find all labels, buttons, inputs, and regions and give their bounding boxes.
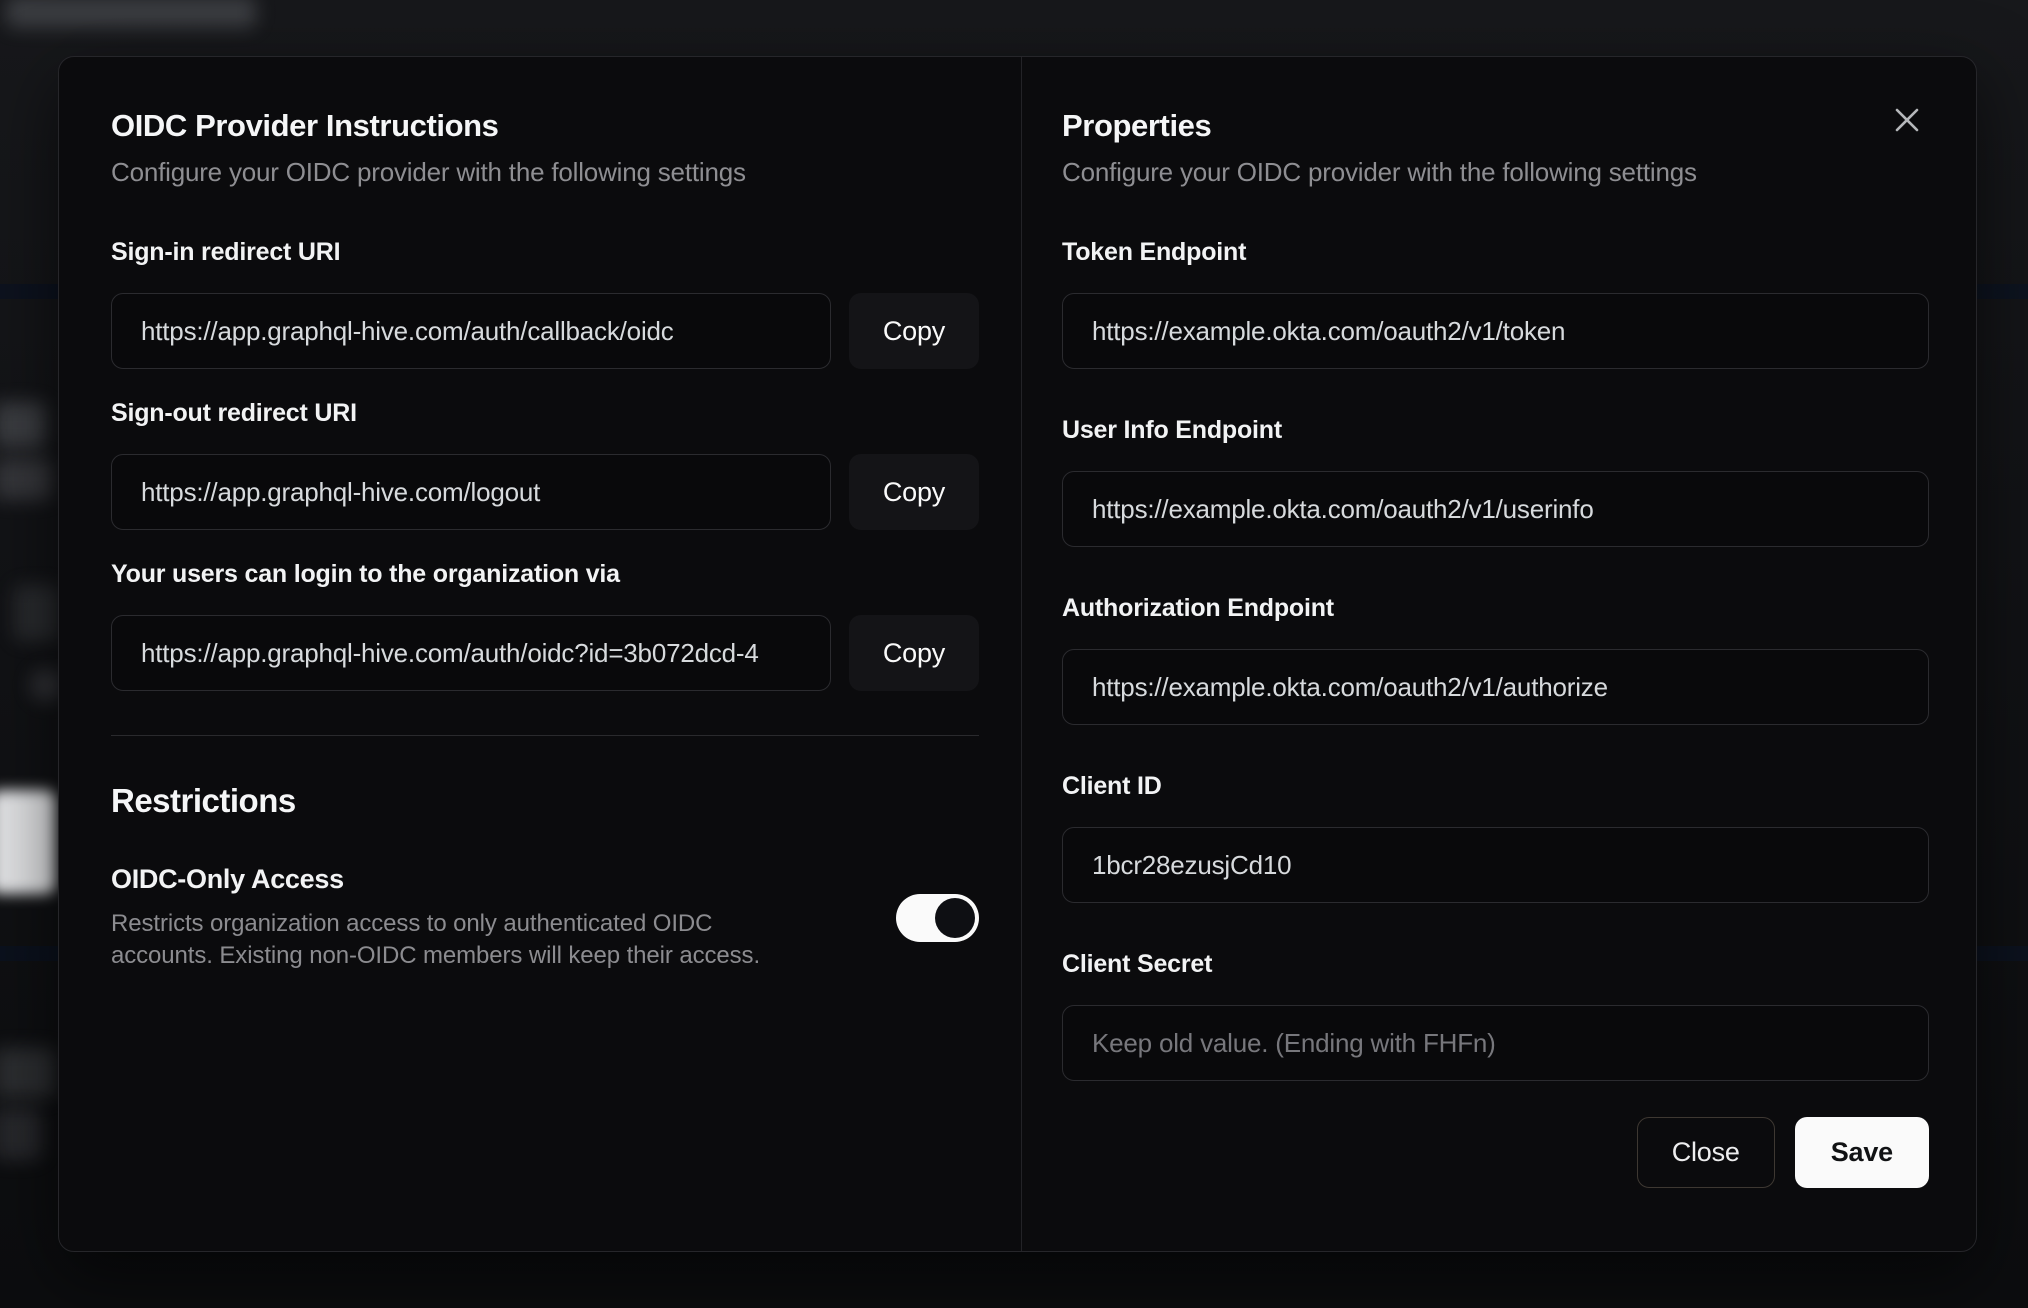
copy-login-uri-button[interactable]: Copy <box>849 615 979 692</box>
client-secret-field: Client Secret <box>1062 950 1929 1082</box>
sign-out-redirect-uri-input[interactable] <box>111 454 831 531</box>
sign-out-redirect-uri-row: Copy <box>111 454 979 531</box>
properties-title: Properties <box>1062 108 1212 143</box>
oidc-only-access-description: Restricts organization access to only au… <box>111 910 761 970</box>
authorization-endpoint-label: Authorization Endpoint <box>1062 594 1334 623</box>
close-icon <box>1894 107 1920 133</box>
client-secret-label: Client Secret <box>1062 950 1213 979</box>
dimmed-white-button-blob <box>0 790 56 894</box>
organization-login-uri-row: Copy <box>111 615 979 692</box>
organization-login-uri-label: Your users can login to the organization… <box>111 560 620 589</box>
save-button[interactable]: Save <box>1794 1117 1929 1189</box>
properties-column: Properties Configure your OIDC provider … <box>1021 57 1976 1251</box>
dimmed-text-blob <box>0 402 46 448</box>
dimmed-text-blob <box>0 1108 42 1160</box>
client-id-input[interactable] <box>1062 827 1929 904</box>
client-secret-input[interactable] <box>1062 1005 1929 1082</box>
instructions-column: OIDC Provider Instructions Configure you… <box>59 57 1021 1251</box>
instructions-subtitle: Configure your OIDC provider with the fo… <box>111 157 746 188</box>
sign-in-redirect-uri-input[interactable] <box>111 293 831 370</box>
properties-subtitle: Configure your OIDC provider with the fo… <box>1062 157 1697 188</box>
close-button[interactable]: Close <box>1636 1117 1775 1189</box>
toggle-knob <box>935 898 975 939</box>
dimmed-text-blob <box>0 1048 56 1098</box>
modal-actions: Close Save <box>1062 1117 1929 1189</box>
oidc-settings-modal: OIDC Provider Instructions Configure you… <box>58 56 1977 1252</box>
dimmed-header-logo <box>6 0 256 28</box>
organization-login-uri-input[interactable] <box>111 615 831 692</box>
sign-out-redirect-uri-label: Sign-out redirect URI <box>111 399 357 428</box>
client-id-label: Client ID <box>1062 772 1162 801</box>
token-endpoint-input[interactable] <box>1062 293 1929 370</box>
oidc-only-access-text: OIDC-Only Access Restricts organization … <box>111 864 811 972</box>
user-info-endpoint-input[interactable] <box>1062 471 1929 548</box>
token-endpoint-field: Token Endpoint <box>1062 238 1929 370</box>
dimmed-text-blob <box>0 458 52 500</box>
oidc-only-access-row: OIDC-Only Access Restricts organization … <box>111 864 979 972</box>
user-info-endpoint-label: User Info Endpoint <box>1062 416 1282 445</box>
copy-sign-in-uri-button[interactable]: Copy <box>849 293 979 370</box>
client-id-field: Client ID <box>1062 772 1929 904</box>
authorization-endpoint-input[interactable] <box>1062 649 1929 726</box>
dimmed-text-blob <box>14 585 60 641</box>
copy-sign-out-uri-button[interactable]: Copy <box>849 454 979 531</box>
user-info-endpoint-field: User Info Endpoint <box>1062 416 1929 548</box>
close-modal-button[interactable] <box>1885 98 1929 142</box>
token-endpoint-label: Token Endpoint <box>1062 238 1247 267</box>
sign-in-redirect-uri-label: Sign-in redirect URI <box>111 238 341 267</box>
oidc-only-access-label: OIDC-Only Access <box>111 864 344 895</box>
authorization-endpoint-field: Authorization Endpoint <box>1062 594 1929 726</box>
restrictions-title: Restrictions <box>111 782 296 820</box>
instructions-title: OIDC Provider Instructions <box>111 108 499 143</box>
section-divider <box>111 735 979 737</box>
sign-in-redirect-uri-row: Copy <box>111 293 979 370</box>
oidc-only-access-toggle[interactable] <box>896 894 979 943</box>
